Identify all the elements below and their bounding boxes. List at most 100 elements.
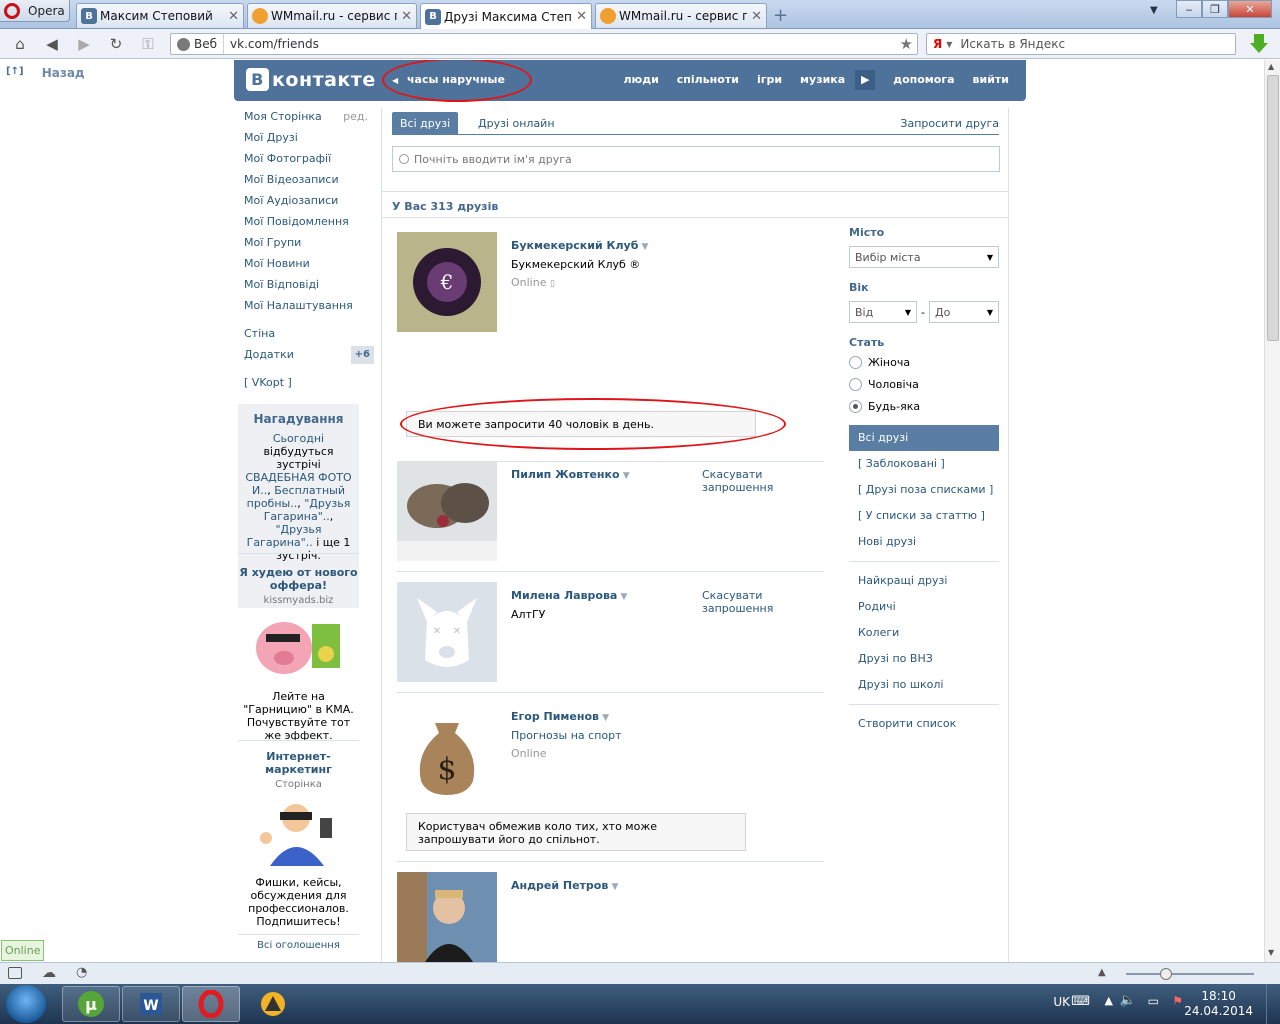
panel-toggle-icon[interactable] bbox=[8, 967, 22, 979]
forward-arrow-icon[interactable]: ▶ bbox=[73, 34, 95, 54]
sex-option-female[interactable]: Жіноча bbox=[849, 351, 999, 373]
top-menu-people[interactable]: люди bbox=[623, 73, 658, 90]
radio-button[interactable] bbox=[849, 377, 862, 391]
clock[interactable]: 18:10 24.04.2014 bbox=[1184, 989, 1253, 1019]
windows-start-button[interactable] bbox=[6, 985, 46, 1023]
left-menu-item[interactable]: Мої Відповіді bbox=[244, 278, 374, 299]
scrollbar-thumb[interactable] bbox=[1267, 75, 1279, 341]
browser-tab[interactable]: В Максим Степовий ✕ bbox=[76, 3, 244, 28]
left-menu-item[interactable]: Мої Фотографії bbox=[244, 152, 374, 173]
radio-button-selected[interactable] bbox=[849, 399, 862, 413]
chevron-down-icon[interactable]: ▼ bbox=[620, 471, 630, 481]
tab-all-friends[interactable]: Всі друзі bbox=[392, 112, 459, 135]
tray-expand-icon[interactable]: ▲ bbox=[1105, 994, 1113, 1007]
left-menu-item[interactable]: Мої Аудіозаписи bbox=[244, 194, 374, 215]
ad-pig-image[interactable] bbox=[238, 614, 359, 683]
download-icon[interactable] bbox=[1250, 34, 1268, 54]
reload-icon[interactable]: ↻ bbox=[105, 34, 127, 54]
friend-search-input[interactable]: Почніть вводити ім'я друга bbox=[392, 146, 1000, 172]
scroll-up-icon[interactable]: ▲ bbox=[1268, 62, 1274, 71]
network-icon[interactable]: ▭ bbox=[1148, 994, 1159, 1008]
top-menu-logout[interactable]: вийти bbox=[973, 73, 1009, 90]
browser-tab[interactable]: WMmail.ru - сервис п... ✕ bbox=[247, 3, 417, 28]
window-close-icon[interactable]: ✕ bbox=[1228, 0, 1272, 18]
top-menu-games[interactable]: ігри bbox=[757, 73, 782, 90]
left-menu-apps[interactable]: Додатки +6 bbox=[244, 346, 374, 369]
list-university[interactable]: Друзі по ВНЗ bbox=[849, 646, 999, 672]
friend-avatar[interactable] bbox=[397, 461, 497, 561]
browser-tab-active[interactable]: В Друзі Максима Степо... ✕ bbox=[420, 3, 592, 29]
zoom-slider-knob[interactable] bbox=[1160, 968, 1172, 980]
close-icon[interactable]: ✕ bbox=[576, 9, 587, 24]
chevron-down-icon[interactable]: ▼ bbox=[946, 40, 952, 49]
friend-name[interactable]: Милена Лаврова ▼ bbox=[511, 589, 627, 602]
close-icon[interactable]: ✕ bbox=[751, 9, 762, 24]
back-link[interactable]: [↑] Назад bbox=[6, 66, 85, 80]
ad-cartoon-image[interactable] bbox=[238, 798, 359, 869]
left-menu-wall[interactable]: Стіна bbox=[244, 327, 374, 348]
header-status[interactable]: ◀ часы наручные bbox=[392, 73, 505, 86]
sex-option-male[interactable]: Чоловіча bbox=[849, 373, 999, 395]
word-taskbar-icon[interactable]: W bbox=[122, 986, 180, 1022]
utorrent-taskbar-icon[interactable]: µ bbox=[62, 986, 120, 1022]
invite-friend-link[interactable]: Запросити друга bbox=[900, 112, 999, 135]
left-menu-item[interactable]: Мої Відеозаписи bbox=[244, 173, 374, 194]
top-menu-help[interactable]: допомога bbox=[893, 73, 954, 90]
ad-title[interactable]: Интернет-маркетинг bbox=[238, 750, 359, 776]
chevron-down-icon[interactable]: ▼ bbox=[638, 242, 649, 252]
page-scrollbar[interactable]: ▲ ▼ bbox=[1264, 60, 1280, 962]
opera-menu-button[interactable]: Opera bbox=[0, 0, 70, 22]
cancel-request-link[interactable]: Скасувати запрошення bbox=[702, 468, 824, 494]
friend-name[interactable]: Андрей Петров ▼ bbox=[511, 879, 618, 892]
left-menu-item[interactable]: Мої Друзі bbox=[244, 131, 374, 152]
close-icon[interactable]: ✕ bbox=[228, 9, 239, 24]
chevron-down-icon[interactable]: ▼ bbox=[608, 882, 618, 892]
ad-title[interactable]: Я худею от нового оффера! bbox=[238, 566, 359, 592]
list-blocked[interactable]: [ Заблоковані ] bbox=[849, 451, 999, 477]
ad-block[interactable]: Я худею от нового оффера! kissmyads.biz … bbox=[238, 566, 359, 742]
left-menu-item[interactable]: Мої Новини bbox=[244, 257, 374, 278]
restore-icon[interactable]: ❐ bbox=[1202, 0, 1228, 18]
cloud-icon[interactable]: ☁ bbox=[42, 965, 56, 981]
list-new-friends[interactable]: Нові друзі bbox=[849, 529, 999, 555]
minimize-icon[interactable]: ‒ bbox=[1176, 0, 1202, 18]
search-field[interactable]: Я ▼ Искать в Яндекс bbox=[926, 33, 1236, 55]
scroll-down-icon[interactable]: ▼ bbox=[1268, 948, 1274, 957]
friend-name[interactable]: Букмекерский Клуб ▼ bbox=[511, 239, 648, 252]
friend-avatar-placeholder[interactable]: ✕ ✕ bbox=[397, 582, 497, 682]
city-select[interactable]: Вибір міста ▼ bbox=[849, 246, 999, 268]
keyboard-icon[interactable]: ⌨ bbox=[1071, 994, 1090, 1009]
flag-icon[interactable]: ⚑ bbox=[1172, 994, 1183, 1008]
left-menu-item[interactable]: Мої Налаштування bbox=[244, 299, 374, 320]
friend-name[interactable]: Пилип Жовтенко ▼ bbox=[511, 468, 630, 481]
edit-link[interactable]: ред. bbox=[343, 110, 368, 124]
zoom-slider[interactable] bbox=[1126, 973, 1254, 975]
left-menu-item[interactable]: Мої Групи bbox=[244, 236, 374, 257]
url-input[interactable]: vk.com/friends bbox=[224, 37, 900, 51]
radio-button[interactable] bbox=[849, 355, 862, 369]
volume-icon[interactable]: 🔈 bbox=[1120, 993, 1136, 1008]
music-play-icon[interactable]: ▶ bbox=[855, 70, 876, 90]
close-icon[interactable]: ✕ bbox=[401, 9, 412, 24]
list-by-sex[interactable]: [ У списки за статтю ] bbox=[849, 503, 999, 529]
app-taskbar-icon[interactable] bbox=[244, 986, 302, 1022]
vk-logo[interactable]: В контакте bbox=[246, 68, 376, 91]
web-badge[interactable]: Веб bbox=[171, 34, 225, 54]
left-menu-vkopt[interactable]: [ VKopt ] bbox=[244, 376, 374, 397]
speed-dial-icon[interactable]: ◔ bbox=[76, 965, 87, 980]
home-icon[interactable]: ⌂ bbox=[9, 34, 31, 54]
key-icon[interactable]: ⚿ bbox=[137, 34, 159, 54]
language-indicator[interactable]: UK bbox=[1053, 995, 1070, 1009]
list-best-friends[interactable]: Найкращі друзі bbox=[849, 568, 999, 594]
friend-name[interactable]: Егор Пименов ▼ bbox=[511, 710, 609, 723]
sex-option-any[interactable]: Будь-яка bbox=[849, 395, 999, 417]
address-bar[interactable]: Веб vk.com/friends ★ bbox=[170, 33, 918, 55]
opera-taskbar-icon[interactable] bbox=[182, 986, 240, 1022]
tab-friends-online[interactable]: Друзі онлайн bbox=[470, 112, 563, 135]
list-school[interactable]: Друзі по школі bbox=[849, 672, 999, 698]
left-menu-item[interactable]: Мої Повідомлення bbox=[244, 215, 374, 236]
top-menu-music[interactable]: музика bbox=[800, 73, 845, 90]
age-from-select[interactable]: Від ▼ bbox=[849, 301, 918, 323]
friend-avatar[interactable]: € bbox=[397, 232, 497, 332]
left-menu-item[interactable]: Моя Сторінка ред. bbox=[244, 110, 374, 131]
